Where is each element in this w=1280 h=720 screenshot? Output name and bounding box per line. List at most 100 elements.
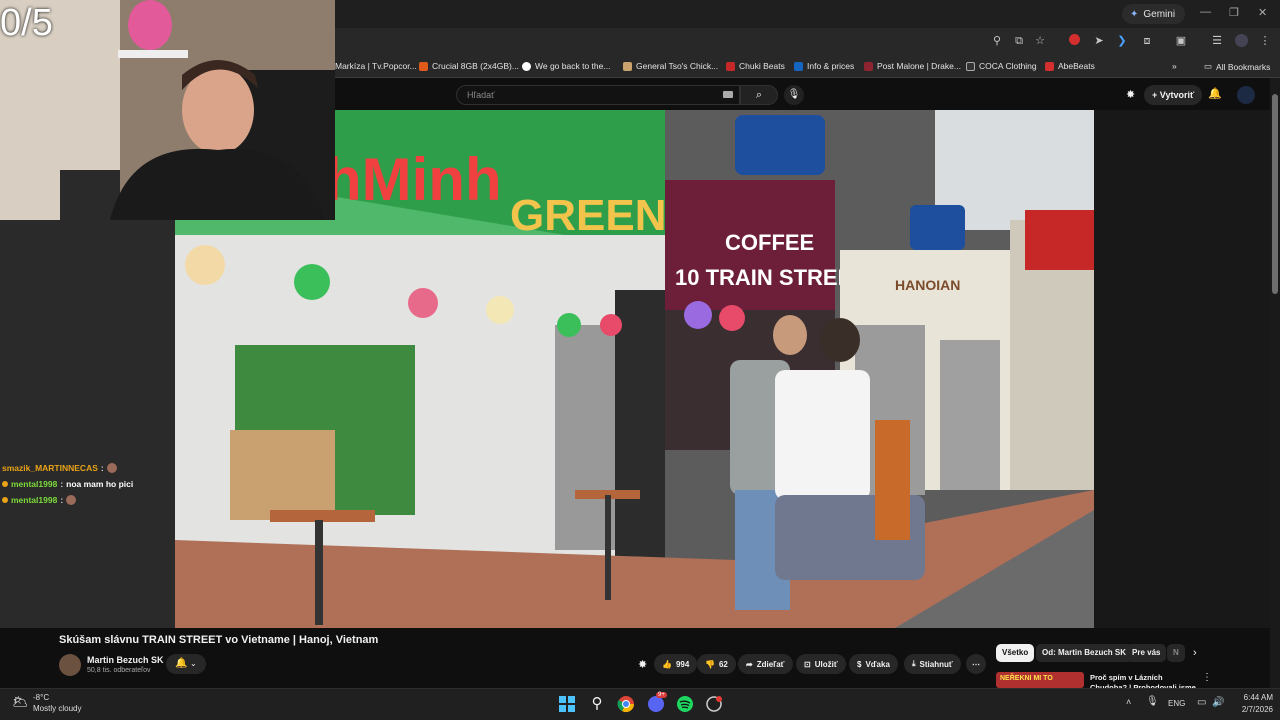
bookmark-item[interactable]: Crucial 8GB (2x4GB)... (419, 61, 519, 71)
recommendation-thumbnail[interactable]: NEŘEKNI MI TO (996, 672, 1084, 688)
clock-time[interactable]: 6:44 AM (1237, 693, 1273, 702)
discord-icon[interactable]: 9+ (646, 692, 667, 714)
bookmark-favicon (419, 61, 428, 71)
subscriber-count: 50,8 tis. odberateľov (87, 667, 151, 674)
recommendation-title[interactable]: Proč spím v Lázních Chudoba? | Prohodova… (1090, 673, 1200, 688)
thanks-icon: $ (857, 659, 862, 669)
bookmark-icon: ⊡ (804, 659, 811, 669)
chat-username: mental1998 (11, 495, 58, 505)
tab-search-icon[interactable]: ▣ (1174, 34, 1188, 48)
keyboard-icon[interactable] (723, 91, 733, 98)
extension-red-icon[interactable] (1067, 34, 1081, 48)
language-indicator[interactable]: ENG (1168, 699, 1185, 708)
channel-name[interactable]: Martin Bezuch SK (87, 655, 164, 665)
maximize-icon[interactable]: ❐ (1229, 6, 1239, 19)
chevron-down-icon: ⌄ (187, 659, 197, 668)
reading-list-icon[interactable]: ☰ (1210, 34, 1224, 48)
all-bookmarks-button[interactable]: ▭ All Bookmarks (1204, 61, 1270, 72)
chat-text: noa mam ho pici (66, 479, 134, 489)
microphone-tray-icon[interactable]: 🎙 (1146, 696, 1159, 707)
weather-description[interactable]: Mostly cloudy (33, 704, 81, 713)
chip-all[interactable]: Všetko (996, 644, 1035, 662)
gemini-label: Gemini (1143, 8, 1176, 20)
chat-message: mental1998 : noa mam ho pici (2, 476, 174, 492)
windows-start-icon[interactable] (557, 694, 577, 714)
browser-menu-icon[interactable]: ⋮ (1258, 34, 1272, 48)
bookmark-favicon (623, 61, 632, 71)
video-title: Skúšam slávnu TRAIN STREET vo Vietname |… (59, 634, 379, 646)
theater-side-area (1094, 110, 1270, 628)
search-button[interactable]: ⌕ (740, 85, 778, 105)
extensions-puzzle-icon[interactable]: ⧈ (1140, 34, 1154, 48)
download-icon: ⤓ (912, 659, 916, 668)
scrollbar-thumb[interactable] (1272, 94, 1278, 294)
app-icon[interactable] (704, 694, 724, 714)
share-icon: ➦ (746, 659, 753, 669)
chevron-right-icon[interactable]: › (1193, 647, 1197, 659)
bookmark-label: AbeBeats (1058, 61, 1095, 71)
save-label: Uložiť (814, 659, 838, 669)
spotify-icon[interactable] (675, 694, 695, 714)
download-label: Stiahnuť (919, 659, 953, 669)
download-button[interactable]: ⤓ Stiahnuť (904, 654, 961, 674)
sparkle-ask-icon[interactable]: ✸ (638, 658, 647, 671)
thumbs-down-icon: 👎 (705, 659, 715, 669)
chat-username: mental1998 (11, 479, 58, 489)
weather-temperature[interactable]: -8°C (33, 693, 49, 702)
clock-date[interactable]: 2/7/2026 (1231, 705, 1273, 714)
voice-search-button[interactable]: 🎙 (784, 85, 804, 105)
search-icon[interactable]: ⚲ (587, 694, 607, 714)
bookmarks-overflow-icon[interactable]: » (1172, 61, 1177, 71)
share-button[interactable]: ➦ Zdieľať (738, 654, 793, 674)
notifications-bell-icon[interactable]: 🔔 (1208, 87, 1222, 100)
search-input[interactable]: Hľadať (456, 85, 740, 105)
tray-overflow-icon[interactable]: ˄ (1126, 697, 1131, 707)
minimize-icon[interactable]: — (1200, 6, 1211, 18)
network-icon[interactable]: ▭ (1197, 697, 1206, 708)
chat-overlay: smazik_MARTINNECAS : mental1998 : noa ma… (2, 460, 174, 508)
bookmark-item[interactable]: COCA Clothing (966, 61, 1037, 71)
star-icon[interactable]: ☆ (1033, 34, 1047, 48)
zoom-icon[interactable]: ⚲ (990, 34, 1004, 48)
bookmark-label: Chuki Beats (739, 61, 785, 71)
install-icon[interactable]: ⧉ (1012, 34, 1026, 48)
close-icon[interactable]: ✕ (1258, 6, 1267, 19)
like-button[interactable]: 👍 994 (654, 654, 698, 674)
chip-from-channel[interactable]: Od: Martin Bezuch SK (1036, 644, 1133, 662)
bookmark-favicon (966, 61, 975, 71)
create-button[interactable]: + Vytvoriť (1144, 85, 1203, 105)
thanks-button[interactable]: $ Vďaka (849, 654, 898, 674)
bookmark-label: Markíza | Tv.Popcor... (335, 61, 417, 71)
bookmark-item[interactable]: Post Malone | Drake... (864, 61, 961, 71)
chip-next[interactable]: N (1167, 644, 1185, 662)
bookmark-favicon (1045, 61, 1054, 71)
chip-for-you[interactable]: Pre vás (1126, 644, 1167, 662)
bookmark-item[interactable]: AbeBeats (1045, 61, 1095, 71)
more-actions-button[interactable]: ⋯ (966, 654, 986, 674)
subscription-bell-button[interactable]: 🔔 ⌄ (166, 654, 206, 674)
bookmark-label: Info & prices (807, 61, 855, 71)
channel-avatar[interactable] (59, 654, 81, 676)
google-icon (522, 61, 531, 71)
volume-icon[interactable]: 🔊 (1212, 697, 1224, 708)
chrome-icon[interactable] (616, 694, 636, 714)
dislike-button[interactable]: 👎 62 (697, 654, 736, 674)
chat-message: mental1998 : (2, 492, 174, 508)
weather-icon[interactable]: 🌥 (12, 694, 29, 710)
like-count: 994 (675, 659, 690, 669)
svg-text:GREEN: GREEN (510, 191, 666, 240)
bookmark-item[interactable]: Info & prices (794, 61, 854, 71)
bookmark-item[interactable]: Chuki Beats (726, 61, 785, 71)
account-avatar[interactable] (1237, 86, 1255, 104)
recommendation-menu-icon[interactable]: ⋮ (1202, 672, 1212, 683)
badge-icon (2, 481, 8, 487)
bookmark-item[interactable]: General Tso's Chick... (623, 61, 718, 71)
extension-blue-icon[interactable]: ❯ (1115, 34, 1129, 48)
gemini-button[interactable]: ✦ Gemini (1122, 4, 1186, 24)
bookmark-item[interactable]: We go back to the... (522, 61, 610, 71)
profile-avatar-icon[interactable] (1234, 34, 1248, 48)
extension-gray-icon[interactable]: ➤ (1092, 34, 1106, 48)
save-button[interactable]: ⊡ Uložiť (796, 654, 846, 674)
sparkle-icon[interactable]: ✸ (1126, 88, 1135, 101)
bookmark-item[interactable]: Markíza | Tv.Popcor... (322, 61, 417, 71)
